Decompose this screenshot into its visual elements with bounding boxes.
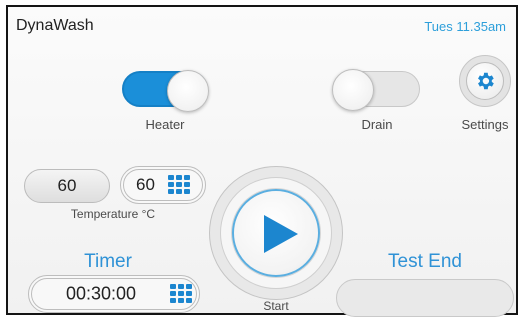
start-button[interactable] xyxy=(232,189,320,277)
heater-toggle[interactable] xyxy=(122,70,209,112)
test-end-display xyxy=(336,279,514,317)
settings-button[interactable] xyxy=(459,55,511,107)
settings-label: Settings xyxy=(461,117,509,132)
timer-field[interactable]: 00:30:00 xyxy=(28,275,200,313)
heater-toggle-knob[interactable] xyxy=(167,70,209,112)
temperature-setpoint-field[interactable]: 60 xyxy=(120,166,206,204)
clock-display: Tues 11.35am xyxy=(424,19,506,34)
start-button-ring xyxy=(220,177,332,289)
temperature-current-display: 60 xyxy=(24,169,110,203)
temperature-current-value: 60 xyxy=(57,176,77,195)
start-button-bezel xyxy=(209,166,343,300)
app-title: DynaWash xyxy=(16,17,94,34)
play-icon xyxy=(264,215,298,253)
gear-icon xyxy=(478,72,494,90)
keypad-icon[interactable] xyxy=(170,284,192,304)
timer-value: 00:30:00 xyxy=(66,283,137,304)
drain-toggle[interactable] xyxy=(332,69,420,111)
keypad-icon[interactable] xyxy=(168,175,190,195)
test-end-heading: Test End xyxy=(388,251,462,272)
heater-label: Heater xyxy=(145,117,185,132)
temperature-setpoint-value: 60 xyxy=(136,175,155,194)
device-screen: DynaWash Tues 11.35am Heater Drain Setti… xyxy=(6,5,518,317)
drain-toggle-knob[interactable] xyxy=(332,69,374,111)
settings-button-face[interactable] xyxy=(466,62,504,100)
temperature-label: Temperature °C xyxy=(70,207,156,221)
timer-heading: Timer xyxy=(84,251,132,272)
drain-label: Drain xyxy=(361,117,393,132)
start-label: Start xyxy=(263,299,289,313)
